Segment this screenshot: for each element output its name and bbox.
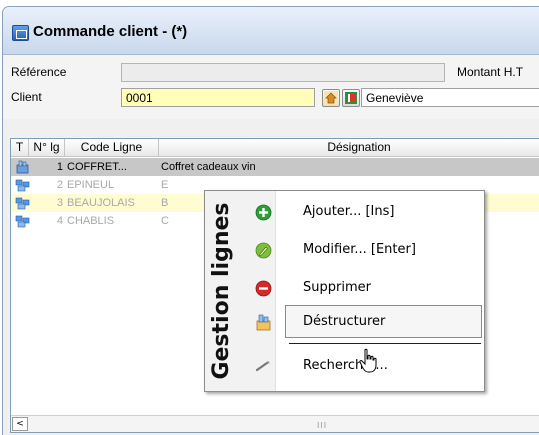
menu-item-edit[interactable]: Modifier... [Enter] (205, 231, 484, 269)
reference-label: Référence (11, 65, 67, 79)
col-line-number[interactable]: N° lg (29, 139, 65, 157)
title-bar[interactable]: Commande client - (*) (3, 7, 539, 55)
scroll-thumb-grip[interactable]: III (317, 421, 327, 430)
scroll-left-button[interactable]: < (12, 417, 28, 431)
line-code: CHABLIS (67, 215, 115, 227)
montant-label: Montant H.T (457, 65, 524, 79)
component-icon (15, 197, 30, 210)
edit-icon (255, 242, 272, 259)
line-number: 4 (56, 215, 63, 227)
menu-item-label: Déstructurer (303, 314, 386, 329)
menu-item-unstructure[interactable]: Déstructurer (205, 303, 484, 341)
reference-field[interactable] (121, 63, 445, 82)
app-window-icon (12, 25, 29, 41)
line-designation: B (161, 197, 169, 209)
table-row[interactable]: 1 COFFRET... Coffret cadeaux vin (11, 158, 539, 176)
grid-header: T N° lg Code Ligne Désignation (11, 139, 539, 157)
col-type[interactable]: T (11, 139, 29, 157)
menu-item-search[interactable]: Rechercher... (205, 347, 484, 385)
col-line-code[interactable]: Code Ligne (65, 139, 159, 157)
search-icon (255, 361, 270, 372)
client-code-field[interactable]: 0001 (121, 88, 315, 107)
component-icon (15, 179, 30, 192)
menu-item-label: Modifier... [Enter] (303, 242, 416, 257)
client-card-button[interactable] (342, 89, 360, 107)
product-icon (16, 160, 29, 174)
menu-item-label: Supprimer (303, 280, 371, 295)
horizontal-scrollbar[interactable]: < III (11, 415, 539, 432)
menu-item-add[interactable]: Ajouter... [Ins] (205, 193, 484, 231)
line-code: BEAUJOLAIS (67, 197, 135, 209)
line-number: 2 (56, 179, 63, 191)
mouse-pointer-icon (359, 348, 377, 373)
line-designation: C (161, 215, 169, 227)
client-name-field[interactable]: Geneviève (361, 88, 539, 107)
line-code: COFFRET... (67, 161, 127, 173)
line-designation: Coffret cadeaux vin (161, 161, 256, 173)
home-icon (324, 91, 338, 105)
menu-separator (289, 343, 481, 344)
line-number: 3 (56, 197, 63, 209)
line-designation: E (161, 179, 169, 191)
window-title: Commande client - (*) (33, 23, 188, 40)
add-icon (255, 204, 272, 221)
line-number: 1 (56, 161, 63, 173)
component-icon (15, 215, 30, 228)
line-code: EPINEUL (67, 179, 115, 191)
menu-item-label: Ajouter... [Ins] (303, 204, 395, 219)
menu-item-delete[interactable]: Supprimer (205, 269, 484, 307)
col-designation[interactable]: Désignation (159, 139, 539, 157)
order-header: Référence Montant H.T Client 0001 Genevi… (3, 55, 539, 119)
unstructure-icon (256, 314, 271, 331)
client-card-icon (345, 92, 357, 104)
home-button[interactable] (322, 89, 340, 107)
delete-icon (255, 280, 272, 297)
lines-context-menu: Gestion lignes Ajouter... [Ins] Modifier… (204, 190, 485, 392)
client-label: Client (11, 90, 42, 104)
